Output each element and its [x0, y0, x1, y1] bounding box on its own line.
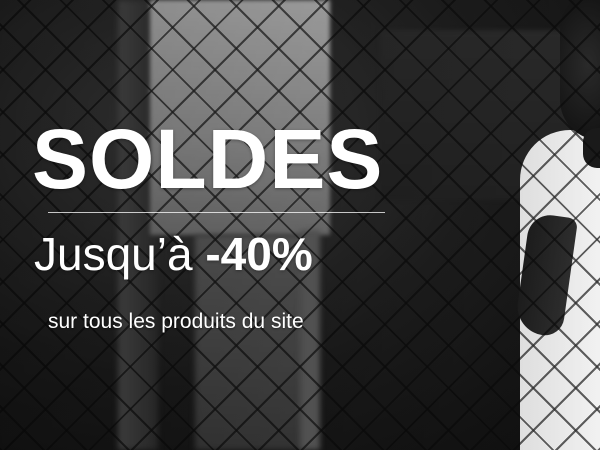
discount-text: Jusqu’à -40%: [34, 224, 313, 284]
sale-subtext: sur tous les produits du site: [48, 310, 304, 333]
discount-prefix: Jusqu’à: [34, 228, 193, 280]
discount-amount: -40%: [205, 228, 313, 280]
sale-banner[interactable]: SOLDES Jusqu’à -40% sur tous les produit…: [0, 0, 600, 450]
divider-line: [48, 212, 385, 213]
sale-headline: SOLDES: [32, 112, 384, 206]
